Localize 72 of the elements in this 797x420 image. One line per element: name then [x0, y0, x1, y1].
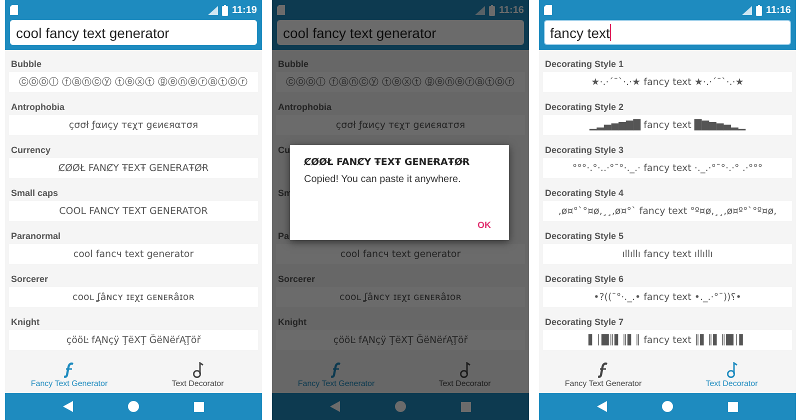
styled-text-row[interactable]: °°°·.°·..·°¯°·._.· fancy text ·._.·°¯°·.·° .·°°°	[543, 158, 792, 178]
style-name: Sorcerer	[277, 273, 316, 286]
style-name: Sorcerer	[10, 273, 50, 286]
styled-text-row[interactable]: •?((¯°·._.• fancy text •._.·°¯))؟•	[543, 287, 792, 307]
style-name: Currency	[10, 144, 52, 157]
sd-card-icon	[10, 5, 18, 15]
styled-text-row[interactable]: ▌│█║▌║▌║ fancy text ║▌║▌║█│▌	[543, 330, 792, 350]
style-name: Knight	[277, 316, 308, 329]
style-name: Paranormal	[10, 230, 62, 243]
signal-icon	[474, 6, 485, 14]
style-name: Antrophobia	[277, 101, 332, 114]
ok-button[interactable]: OK	[474, 218, 495, 232]
script-f-icon	[598, 362, 608, 378]
style-name: Antrophobia	[10, 101, 66, 114]
text-cursor	[610, 24, 611, 41]
sd-card-icon	[544, 5, 552, 15]
search-field[interactable]: fancy text	[544, 20, 791, 45]
recents-icon[interactable]	[728, 402, 738, 412]
styled-text-row[interactable]: ★·.·´¯`·.·★ fancy text ★·.·´¯`·.·★	[543, 72, 792, 92]
dialog-message: Copied! You can paste it anywhere.	[304, 174, 462, 185]
style-name: Bubble	[10, 58, 42, 71]
music-note-icon	[458, 362, 471, 378]
style-name: Decorating Style 3	[544, 144, 625, 157]
bottom-tab[interactable]: Fancy Text Generator	[539, 357, 668, 393]
styled-text-row[interactable]: ıllıllı fancy text ıllıllı	[543, 244, 792, 264]
style-name: Decorating Style 1	[544, 58, 625, 71]
style-name: Decorating Style 6	[544, 273, 625, 286]
styled-text-row[interactable]: ▁▂▄▅▆▇█ fancy text █▇▆▅▄▂▁	[543, 115, 792, 135]
back-icon[interactable]	[596, 401, 607, 412]
back-icon[interactable]	[62, 401, 73, 412]
style-name: Decorating Style 4	[544, 187, 625, 200]
styled-text-row[interactable]: COOL FANCY TEXT GENERATOR	[9, 201, 258, 221]
bottom-tab[interactable]: Fancy Text Generator	[5, 357, 134, 393]
styled-text-row[interactable]: ȻØØŁ FANȻY ŦEXŦ GENEɌAŦØɌ	[9, 158, 258, 178]
styled-text-row[interactable]: çööĿ fĄNçÿ ŢëXŢ ĞëNëŕĄŢöř	[9, 330, 258, 350]
home-icon[interactable]	[662, 401, 673, 412]
sd-card-icon	[277, 5, 285, 15]
battery-icon	[756, 4, 762, 16]
style-name: Decorating Style 5	[544, 230, 625, 243]
battery-icon	[488, 4, 495, 16]
styled-text-row[interactable]: ᴄᴏᴏʟ ʆâɴᴄʏ ɪᴇχɪ ɢᴇɴᴇʀâɪᴏʀ	[9, 287, 258, 307]
dialog-title: ȻØØŁ FANȻY ŦEXŦ GENEɌAŦØɌ	[304, 157, 471, 168]
recents-icon[interactable]	[194, 402, 204, 412]
search-field[interactable]: cool fancy text generator	[277, 20, 524, 45]
styled-text-row[interactable]: ,ø¤°`°¤ø,¸¸,ø¤°` fancy text °º¤ø,¸¸,ø¤º°`°º¤ø,	[543, 201, 792, 221]
style-name: Cu	[277, 144, 291, 157]
script-f-icon	[64, 362, 74, 378]
battery-icon	[222, 4, 228, 16]
script-f-icon	[331, 362, 342, 378]
status-time: 11:16	[766, 4, 791, 16]
signal-icon	[208, 6, 218, 14]
home-icon[interactable]	[394, 401, 406, 412]
styled-text-row[interactable]: çσσł ƒαиçу тєχт gєиєяαтσя	[9, 115, 258, 135]
recents-icon[interactable]	[461, 402, 472, 412]
signal-icon	[742, 6, 752, 14]
styled-text-row[interactable]: cool fancч text generator	[9, 244, 258, 264]
music-note-icon	[726, 362, 738, 378]
back-icon[interactable]	[330, 401, 340, 412]
style-name: Decorating Style 7	[544, 316, 625, 329]
style-name: Bubble	[277, 58, 310, 71]
music-note-icon	[192, 362, 204, 378]
home-icon[interactable]	[128, 401, 139, 412]
search-field[interactable]: cool fancy text generator	[10, 20, 257, 45]
style-name: Decorating Style 2	[544, 101, 625, 114]
style-name: Small caps	[10, 187, 60, 200]
bottom-tab[interactable]: Text Decorator	[134, 357, 262, 393]
bottom-tab[interactable]: Text Decorator	[668, 357, 796, 393]
style-name: Pa	[277, 230, 290, 243]
status-time: 11:16	[498, 4, 524, 16]
status-time: 11:19	[232, 4, 257, 16]
styled-text-row[interactable]: ⓒⓞⓞⓛ ⓕⓐⓝⓒⓨ ⓣⓔⓧⓣ ⓖⓔⓝⓔⓡⓐⓣⓞⓡ	[9, 72, 258, 92]
style-name: Knight	[10, 316, 40, 329]
